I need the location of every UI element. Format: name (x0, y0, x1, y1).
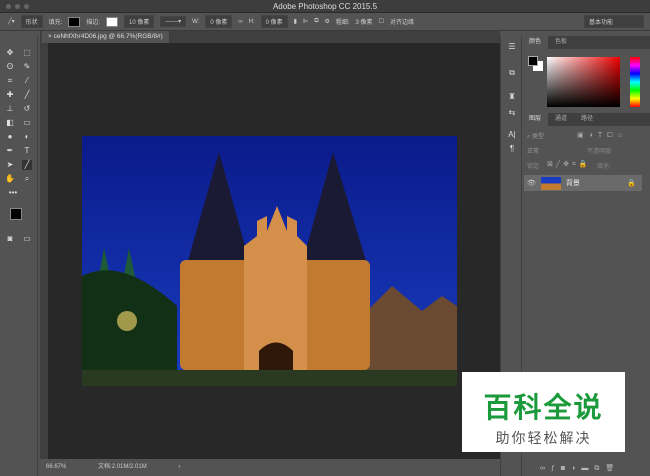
color-panel-tabs: 颜色 色板 (522, 36, 650, 49)
tab-swatches[interactable]: 色板 (548, 36, 574, 49)
w-label: W: (192, 18, 200, 25)
layer-thumbnail (540, 176, 561, 190)
brush-presets-icon[interactable]: ♜ (507, 92, 517, 102)
link-icon[interactable]: ∞ (238, 19, 242, 25)
watermark-title: 百科全说 (483, 392, 604, 423)
blend-mode-select[interactable]: 正常 (527, 146, 582, 155)
lock-icon: 🔒 (627, 180, 636, 187)
zoom-tool-icon[interactable]: ⌕ (22, 174, 32, 184)
title-bar: Adobe Photoshop CC 2015.5 (0, 0, 650, 13)
layer-actions[interactable]: ∞ƒ◙◑▬⧉🗑 (540, 464, 620, 473)
color-picker-field[interactable] (547, 57, 620, 107)
maximize-window-button[interactable] (24, 4, 29, 9)
left-tower (180, 260, 248, 370)
stroke-label: 描边: (86, 20, 100, 26)
castle-photo[interactable] (82, 136, 457, 386)
minimize-window-button[interactable] (15, 4, 20, 9)
pen-tool-preset-icon[interactable]: ╱▾ (8, 18, 15, 25)
align-edges-checkbox[interactable]: ☐ (379, 18, 384, 25)
line-tool-icon[interactable]: ╱ (22, 160, 32, 170)
healing-tool-icon[interactable]: ✚ (5, 90, 15, 100)
weight-input[interactable]: 3 像素 (356, 17, 373, 26)
brush-tool-icon[interactable]: ╱ (22, 90, 32, 100)
zoom-level[interactable]: 66.67% (46, 464, 66, 470)
history-brush-icon[interactable]: ↺ (22, 104, 32, 114)
eye-icon[interactable]: 👁 (527, 179, 536, 187)
status-menu-arrow-icon[interactable]: › (178, 464, 180, 470)
document-size: 文档:2.01M/2.01M (98, 464, 147, 470)
lock-icons[interactable]: ⊠╱✥⌗🔒 (547, 160, 591, 169)
tab-color[interactable]: 颜色 (522, 36, 549, 49)
path-operations-icon[interactable]: ▮ (294, 18, 297, 25)
close-window-button[interactable] (6, 4, 11, 9)
dodge-tool-icon[interactable]: ◐ (22, 132, 32, 142)
quick-mask-icon[interactable]: ◙ (5, 234, 15, 244)
path-arrangement-icon[interactable]: ⧉ (314, 18, 318, 25)
layers-panel-tabs: 图层 通道 路径 (522, 113, 650, 126)
opacity-label: 不透明度: (587, 149, 613, 155)
tab-layers[interactable]: 图层 (522, 113, 549, 126)
hue-slider[interactable] (630, 57, 640, 107)
layer-filter-select[interactable]: ⌕ 类型 (527, 131, 544, 141)
stroke-type-select[interactable]: ───▾ (160, 16, 187, 27)
properties-icon[interactable]: ⧉ (507, 68, 517, 78)
weight-label: 粗细: (335, 20, 350, 26)
options-bar: ╱▾ 形状 填充: 描边: 10 像素 ───▾ W: 0 像素 ∞ H: 0 … (0, 13, 650, 31)
blur-tool-icon[interactable]: ● (5, 132, 15, 142)
adjustments-icon[interactable]: ⇆ (507, 108, 517, 118)
h-label: H: (248, 18, 255, 25)
tab-channels[interactable]: 通道 (548, 113, 574, 126)
layer-name: 背景 (565, 180, 580, 187)
workspace-select[interactable]: 基本功能 (584, 15, 644, 28)
height-input[interactable]: 0 像素 (260, 15, 288, 28)
type-tool-icon[interactable]: T (22, 146, 32, 156)
lasso-tool-icon[interactable]: ʘ (5, 62, 15, 72)
eyedropper-tool-icon[interactable]: ⁄ (22, 76, 32, 86)
street-light (117, 311, 137, 331)
shape-mode-select[interactable]: 形状 (20, 15, 43, 28)
hand-tool-icon[interactable]: ✋ (5, 174, 15, 184)
history-icon[interactable]: ☰ (507, 42, 517, 52)
status-bar: 66.67% 文档:2.01M/2.01M › (40, 459, 500, 476)
fill-label: 填充: (48, 20, 63, 26)
crop-tool-icon[interactable]: ⌗ (5, 76, 15, 86)
watermark-subtitle: 助你轻松解决 (495, 430, 592, 446)
vertical-ruler (40, 43, 48, 459)
screen-mode-icon[interactable]: ▭ (22, 234, 32, 244)
filter-kind: 类型 (532, 134, 545, 140)
window-title: Adobe Photoshop CC 2015.5 (272, 2, 378, 11)
right-tower (300, 260, 370, 370)
gear-icon[interactable]: ⚙ (324, 18, 329, 25)
pen-tool-icon[interactable]: ✒ (5, 146, 15, 156)
foreground-color[interactable] (528, 56, 538, 66)
stroke-swatch[interactable] (105, 16, 118, 27)
watermark: 百科全说 助你轻松解决 (462, 372, 625, 452)
paragraph-icon[interactable]: ¶ (507, 144, 517, 154)
ground (82, 370, 457, 386)
fill-label: 填充: (597, 164, 611, 170)
foreground-color-swatch[interactable] (10, 208, 22, 220)
character-icon[interactable]: A| (507, 130, 517, 140)
quick-select-tool-icon[interactable]: ✎ (22, 62, 32, 72)
move-tool-icon[interactable]: ✥ (5, 48, 15, 58)
width-input[interactable]: 0 像素 (205, 15, 233, 28)
document-tab[interactable]: × ceNhfXhr4D06.jpg @ 66.7%(RGB/8#) (42, 31, 169, 43)
stamp-tool-icon[interactable]: ⊥ (5, 104, 15, 114)
filter-icons[interactable]: ▣◑T⧠⌂ (577, 131, 627, 140)
align-edges-label: 对齐边缘 (389, 20, 414, 26)
path-select-tool-icon[interactable]: ➤ (5, 160, 15, 170)
tools-panel: ✥ ⬚ ʘ ✎ ⌗ ⁄ ✚ ╱ ⊥ ↺ ◧ ▭ ● ◐ ✒ T ➤ ╱ ✋ ⌕ … (0, 36, 38, 476)
gradient-tool-icon[interactable]: ▭ (22, 118, 32, 128)
marquee-tool-icon[interactable]: ⬚ (22, 48, 32, 58)
layer-row-background[interactable]: 👁 背景 🔒 (524, 175, 642, 191)
more-tools-icon[interactable]: ••• (8, 188, 18, 198)
lock-label: 锁定: (527, 164, 541, 170)
tab-paths[interactable]: 路径 (574, 113, 600, 126)
path-alignment-icon[interactable]: ⊫ (303, 18, 308, 25)
eraser-tool-icon[interactable]: ◧ (5, 118, 15, 128)
fill-swatch[interactable] (68, 16, 81, 27)
stroke-width-input[interactable]: 10 像素 (123, 15, 155, 28)
document-tab-label: ceNhfXhr4D06.jpg @ 66.7%(RGB/8#) (53, 33, 163, 40)
